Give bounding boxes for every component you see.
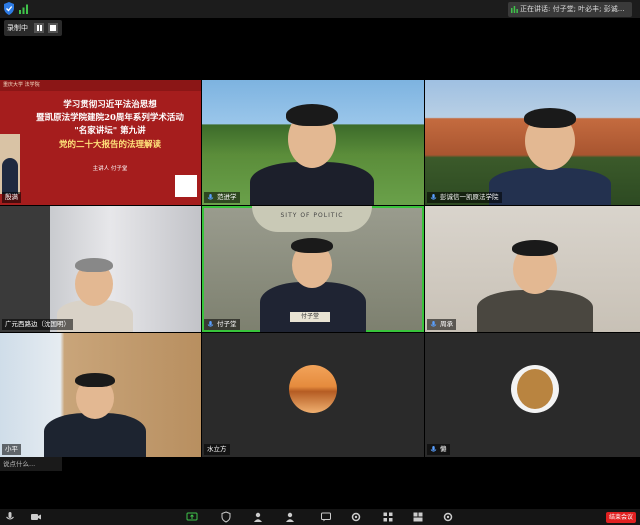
mic-icon: [430, 446, 437, 452]
mic-icon[interactable]: [4, 511, 16, 523]
participant-tile[interactable]: 周承: [425, 206, 640, 332]
video-grid: 重庆大学 法学院 学习贯彻习近平法治思想 暨凯原法学院建院20周年系列学术活动 …: [0, 80, 640, 457]
mic-icon: [430, 194, 437, 200]
chat-icon[interactable]: [320, 511, 332, 523]
participant-tile[interactable]: 小平: [0, 333, 201, 457]
participant-tile[interactable]: 水立方: [202, 333, 424, 457]
participant-video: [40, 373, 150, 457]
mic-icon: [430, 321, 437, 327]
participant-tile[interactable]: 广元西路边（沈国明）: [0, 206, 201, 332]
mic-icon: [207, 194, 214, 200]
participant-name-tag: 懒: [427, 444, 450, 455]
participant-video: [242, 98, 382, 205]
meeting-toolbar: 结束会议: [0, 509, 640, 525]
slide-title-line1: 学习贯彻习近平法治思想: [63, 100, 157, 110]
participant-tile[interactable]: 懒: [425, 333, 640, 457]
settings-icon[interactable]: [350, 511, 362, 523]
participant-name-tag: 范进学: [204, 192, 240, 203]
mic-icon: [207, 321, 214, 327]
participant-name-tag: 广元西路边（沈国明）: [2, 319, 73, 330]
participant-name-tag: 殷满: [2, 192, 21, 203]
active-speaker-text: 正在讲话: 付子堂; 叶必丰; 彭诚...: [520, 5, 625, 13]
desk-nameplate: 付子堂: [290, 312, 330, 322]
participant-avatar: [511, 365, 559, 413]
participant-name-tag: 彭诚信一凯原法学院: [427, 192, 502, 203]
active-speaker-tile[interactable]: SITY OF POLITIC 付子堂 付子堂: [202, 206, 424, 332]
more-settings-icon[interactable]: [442, 511, 454, 523]
network-signal-icon[interactable]: [18, 2, 30, 15]
end-meeting-button[interactable]: 结束会议: [606, 512, 636, 523]
recording-status: 录制中: [4, 20, 62, 36]
share-screen-icon[interactable]: [186, 511, 198, 523]
participant-video: [485, 106, 615, 205]
slide-header: 重庆大学 法学院: [0, 80, 201, 91]
manage-members-icon[interactable]: [284, 511, 296, 523]
camera-icon[interactable]: [30, 511, 42, 523]
slide-speaker-line: 主讲人 付子堂: [92, 166, 128, 172]
qr-code-icon: [175, 175, 197, 197]
participant-name-tag: 水立方: [204, 444, 230, 455]
active-speaker-indicator: 正在讲话: 付子堂; 叶必丰; 彭诚...: [508, 2, 632, 17]
slide-speaker-photo: [0, 134, 20, 194]
shared-slide-tile[interactable]: 重庆大学 法学院 学习贯彻习近平法治思想 暨凯原法学院建院20周年系列学术活动 …: [0, 80, 201, 205]
participant-name-tag: 周承: [427, 319, 456, 330]
layout-icon[interactable]: [412, 511, 424, 523]
slide-title-line2: 暨凯原法学院建院20周年系列学术活动: [36, 113, 184, 123]
apps-grid-icon[interactable]: [382, 511, 394, 523]
stop-recording-button[interactable]: [48, 23, 58, 33]
slide-title-line3: "名家讲坛" 第九讲: [74, 126, 146, 136]
top-bar: 正在讲话: 付子堂; 叶必丰; 彭诚...: [0, 0, 640, 18]
participant-name-tag: 付子堂: [204, 319, 240, 330]
participant-name-tag: 小平: [2, 444, 21, 455]
security-shield-icon[interactable]: [3, 2, 15, 15]
speaking-bars-icon: [511, 6, 518, 13]
participant-avatar: [289, 365, 337, 413]
recording-label: 录制中: [7, 24, 28, 32]
participant-tile[interactable]: 范进学: [202, 80, 424, 205]
chat-input-float[interactable]: 说点什么...: [0, 457, 62, 471]
participant-tile[interactable]: 彭诚信一凯原法学院: [425, 80, 640, 205]
slide-subtitle: 党的二十大报告的法理解读: [58, 140, 161, 150]
participants-icon[interactable]: [252, 511, 264, 523]
security-icon[interactable]: [220, 511, 232, 523]
pause-recording-button[interactable]: [34, 23, 44, 33]
university-logo: SITY OF POLITIC: [252, 206, 372, 232]
participant-video: [475, 238, 595, 332]
